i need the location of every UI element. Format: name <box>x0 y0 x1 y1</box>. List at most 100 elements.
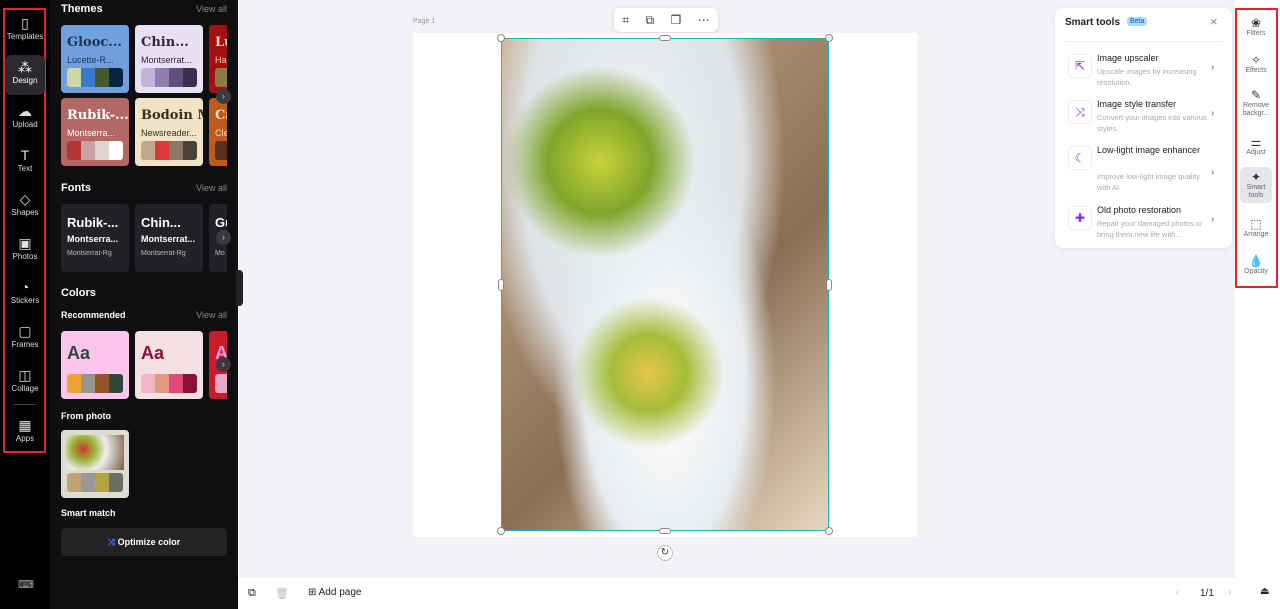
resize-handle[interactable] <box>497 527 505 535</box>
page-label: Page 1 <box>413 18 436 25</box>
rail-item-apps[interactable]: ▦ Apps <box>5 413 45 453</box>
shuffle-icon: ⤨ <box>107 537 116 547</box>
photo-palette-card[interactable] <box>61 430 129 498</box>
swatch <box>155 68 169 87</box>
color-swatches <box>141 68 197 87</box>
smart-tools-title: Smart tools <box>1065 17 1121 28</box>
theme-card[interactable]: CaCle <box>209 98 227 166</box>
beta-badge: Beta <box>1127 17 1148 26</box>
rail-item-photos[interactable]: ▣ Photos <box>5 231 45 271</box>
left-nav-rail: ▯ Templates ⁂ Design ☁ Upload T Text ◇ Shapes ▣ Pho… <box>0 0 50 609</box>
swatch <box>141 141 155 160</box>
color-swatches <box>215 68 227 87</box>
resize-handle[interactable] <box>659 528 671 534</box>
photos-icon: ▣ <box>18 235 32 251</box>
optimize-color-button[interactable]: ⤨ Optimize color <box>61 528 227 556</box>
themes-heading: Themes <box>61 3 103 15</box>
fonts-heading: Fonts <box>61 182 91 194</box>
chevron-right-icon: › <box>1211 62 1215 73</box>
rail-item-shapes[interactable]: ◇ Shapes <box>5 187 45 227</box>
close-icon[interactable]: × <box>1210 14 1218 29</box>
right-tool-rail: ❀ Filters ✧ Effects ✎ Remove backgr... ⚌ Adjust… <box>1235 0 1280 609</box>
theme-card[interactable]: LuHas <box>209 25 227 93</box>
palette-card[interactable]: Aa <box>61 331 129 399</box>
resize-handle[interactable] <box>498 279 504 291</box>
resize-handle[interactable] <box>659 35 671 41</box>
crop-icon[interactable]: ⌗ <box>622 13 629 28</box>
fonts-view-all[interactable]: View all <box>196 183 227 193</box>
smart-tools-panel: Smart tools Beta × ⇱ Image upscaler Upscal… <box>1055 8 1232 248</box>
swatch <box>155 141 169 160</box>
magic-wand-icon: ✦ <box>1250 170 1262 184</box>
duplicate-icon[interactable]: ❐ <box>671 13 682 27</box>
resize-handle[interactable] <box>826 279 832 291</box>
filters-icon: ❀ <box>1250 16 1262 30</box>
add-page-button[interactable]: ⊞ Add page <box>308 587 361 598</box>
stickers-icon: ◔ <box>20 279 30 295</box>
colors-view-all[interactable]: View all <box>196 310 227 320</box>
right-rail-item[interactable]: ⬚ Arrange <box>1240 217 1272 239</box>
prev-page-icon[interactable]: ‹ <box>1176 587 1179 598</box>
themes-view-all[interactable]: View all <box>196 4 227 14</box>
delete-icon[interactable]: 🗑 <box>275 587 289 600</box>
rotate-icon[interactable]: ↻ <box>657 545 673 561</box>
rail-item-text[interactable]: T Text <box>5 143 45 183</box>
more-icon[interactable]: ⋯ <box>698 13 710 27</box>
opacity-icon: 💧 <box>1248 254 1264 268</box>
resize-handle[interactable] <box>825 527 833 535</box>
palette-card[interactable]: Aa <box>135 331 203 399</box>
arrange-icon: ⬚ <box>1250 217 1262 231</box>
image-toolbar: ⌗ ⧉ ❐ ⋯ <box>614 8 718 32</box>
rail-item-templates[interactable]: ▯ Templates <box>5 11 45 51</box>
theme-card[interactable]: Bodoin Mo...Newsreader... <box>135 98 203 166</box>
themes-next-arrow[interactable]: › <box>216 89 231 104</box>
right-rail-item[interactable]: ✧ Effects <box>1240 53 1272 75</box>
resize-handle[interactable] <box>497 34 505 42</box>
swatch <box>81 473 95 492</box>
rail-item-frames[interactable]: ▢ Frames <box>5 319 45 359</box>
swatch <box>81 68 95 87</box>
selected-photo[interactable] <box>501 38 829 531</box>
collage-icon: ◫ <box>18 367 32 383</box>
right-rail-item[interactable]: ✦ Smart tools <box>1240 167 1272 203</box>
rail-item-collage[interactable]: ◫ Collage <box>5 363 45 403</box>
replace-icon[interactable]: ⧉ <box>645 13 654 28</box>
right-rail-item[interactable]: ❀ Filters <box>1240 16 1272 38</box>
style-transfer-icon: ⤨ <box>1068 100 1092 124</box>
color-swatches <box>67 473 123 492</box>
font-card[interactable]: Rubik-... Montserra... Montserrat-Rg <box>61 204 129 272</box>
expand-icon[interactable]: ⏏ <box>1260 586 1269 597</box>
swatch <box>183 374 197 393</box>
swatch <box>81 141 95 160</box>
swatch <box>109 141 123 160</box>
right-rail-item[interactable]: ⚌ Adjust <box>1240 135 1272 157</box>
colors-next-arrow[interactable]: › <box>216 357 231 372</box>
theme-card[interactable]: Rubik-... Montserra... <box>61 98 129 166</box>
rail-item-upload[interactable]: ☁ Upload <box>5 99 45 139</box>
smart-match-label: Smart match <box>61 508 116 518</box>
swatch <box>215 374 227 393</box>
font-card[interactable]: Chin... Montserrat... Montserrat-Rg <box>135 204 203 272</box>
upscale-icon: ⇱ <box>1068 54 1092 78</box>
recommended-label: Recommended <box>61 310 126 320</box>
rail-item-stickers[interactable]: ◔ Stickers <box>5 275 45 315</box>
swatch <box>183 141 197 160</box>
right-rail-item[interactable]: ✎ Remove backgr... <box>1240 88 1272 118</box>
resize-handle[interactable] <box>825 34 833 42</box>
chevron-right-icon: › <box>1211 214 1215 225</box>
collapse-panel-handle[interactable] <box>236 270 243 306</box>
keyboard-icon[interactable]: ⌨ <box>18 578 34 591</box>
effects-icon: ✧ <box>1250 53 1262 67</box>
fonts-next-arrow[interactable]: › <box>216 230 231 245</box>
right-rail-item[interactable]: 💧 Opacity <box>1240 254 1272 276</box>
rail-item-design[interactable]: ⁂ Design <box>5 55 45 95</box>
layers-icon[interactable]: ⧉ <box>248 587 256 600</box>
color-swatches <box>215 141 227 160</box>
color-swatches <box>215 374 227 393</box>
photo-thumbnail <box>66 435 124 470</box>
theme-card[interactable]: Glooc... Lucette-R... <box>61 25 129 93</box>
theme-card[interactable]: Chin... Montserrat... <box>135 25 203 93</box>
swatch <box>169 374 183 393</box>
color-swatches <box>67 141 123 160</box>
next-page-icon[interactable]: › <box>1228 587 1231 598</box>
